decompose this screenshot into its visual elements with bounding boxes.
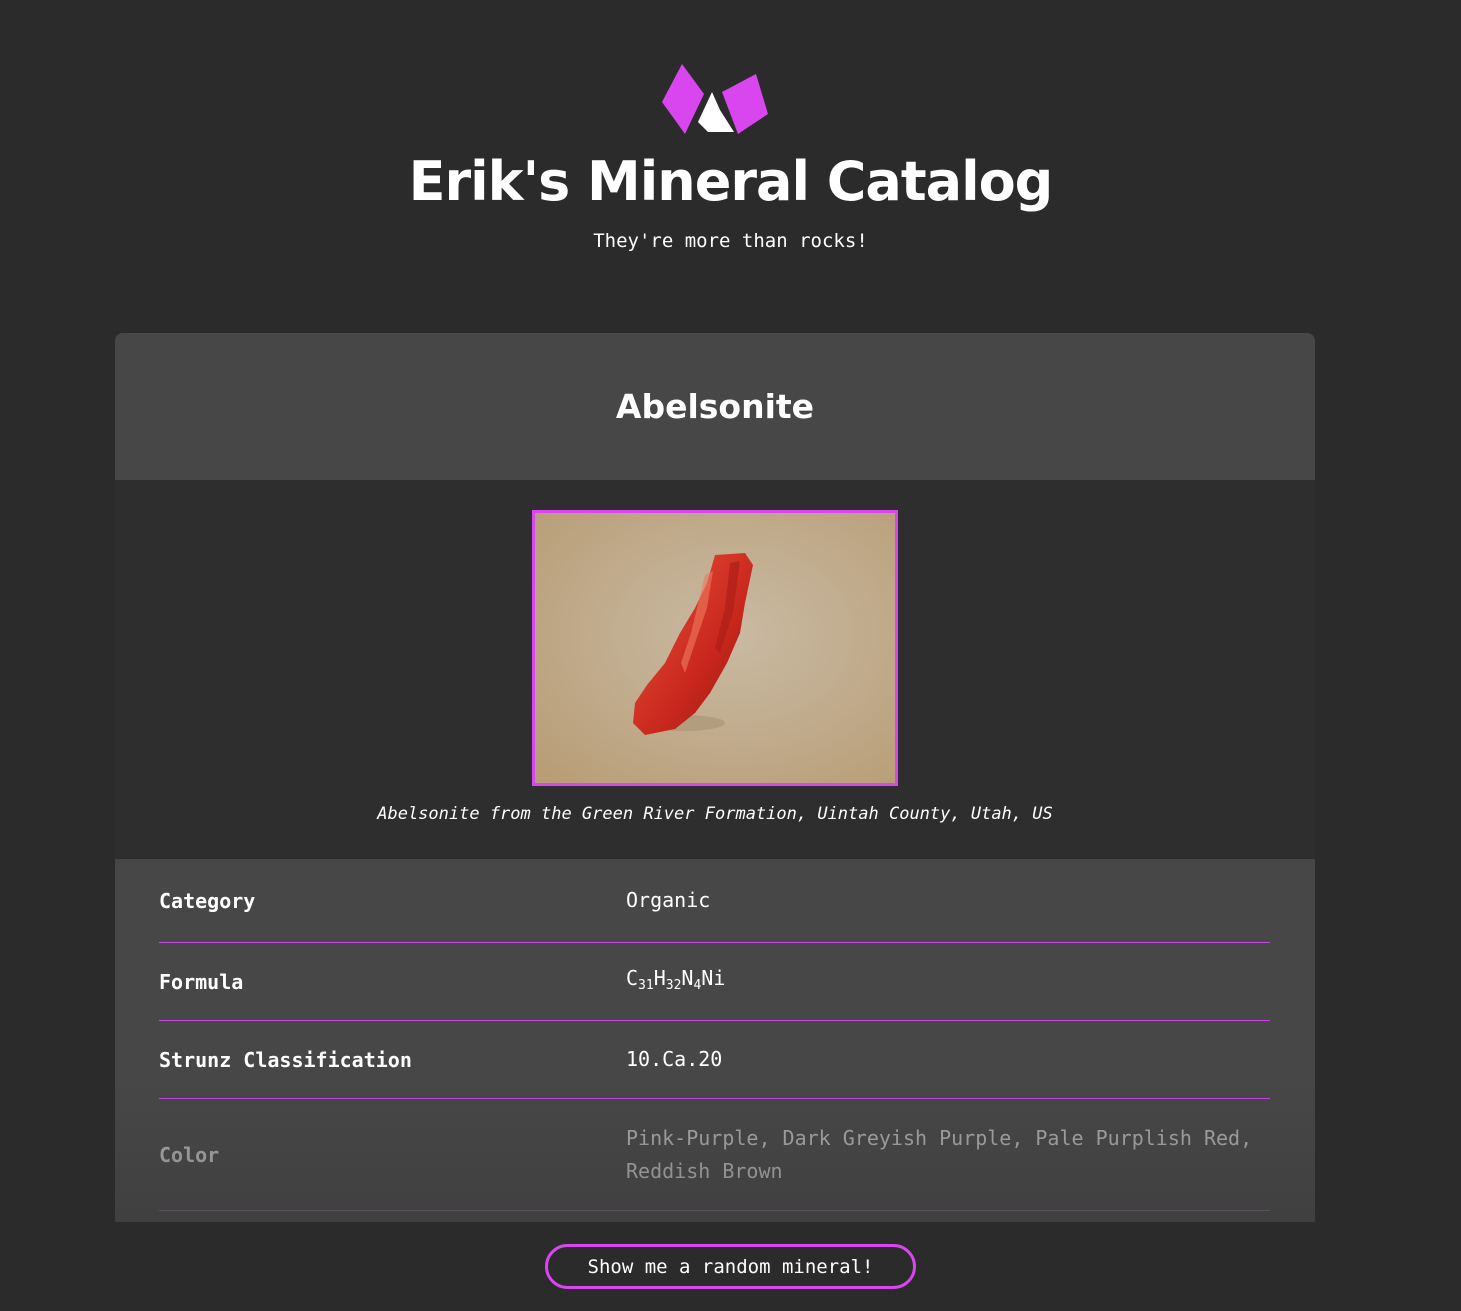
mineral-media: Abelsonite from the Green River Formatio… — [115, 480, 1315, 859]
formula-value: C31H32N4Ni — [626, 965, 726, 993]
mineral-name: Abelsonite — [615, 387, 815, 426]
property-value: Organic — [626, 888, 711, 912]
site-tagline: They're more than rocks! — [593, 230, 868, 252]
property-row-strunz: Strunz Classification 10.Ca.20 — [159, 1021, 1270, 1099]
mineral-properties-table: Category Organic Formula C31H32N4Ni Stru… — [115, 859, 1315, 1211]
property-value: 10.Ca.20 — [626, 1047, 723, 1071]
property-row-category: Category Organic — [159, 859, 1270, 943]
mineral-photo-caption: Abelsonite from the Green River Formatio… — [377, 804, 1053, 824]
mineral-photo — [532, 510, 898, 786]
footer-bar: Show me a random mineral! — [0, 1222, 1461, 1311]
crystal-crown-icon — [662, 64, 768, 134]
site-title: Erik's Mineral Catalog — [408, 150, 1054, 213]
property-label: Category — [159, 888, 256, 913]
property-label: Formula — [159, 969, 244, 994]
random-mineral-button[interactable]: Show me a random mineral! — [545, 1244, 916, 1289]
property-label: Color — [159, 1142, 220, 1167]
mineral-card: Abelsonite Abelsonite from the Green Riv… — [115, 333, 1315, 1233]
page: Erik's Mineral Catalog They're more than… — [0, 0, 1461, 1311]
mineral-photo-image — [535, 513, 895, 783]
property-value: Pink-Purple, Dark Greyish Purple, Pale P… — [626, 1125, 1253, 1183]
property-row-color: Color Pink-Purple, Dark Greyish Purple, … — [159, 1099, 1270, 1211]
mineral-card-header: Abelsonite — [115, 333, 1315, 480]
property-label: Strunz Classification — [159, 1047, 412, 1072]
property-row-formula: Formula C31H32N4Ni — [159, 943, 1270, 1021]
